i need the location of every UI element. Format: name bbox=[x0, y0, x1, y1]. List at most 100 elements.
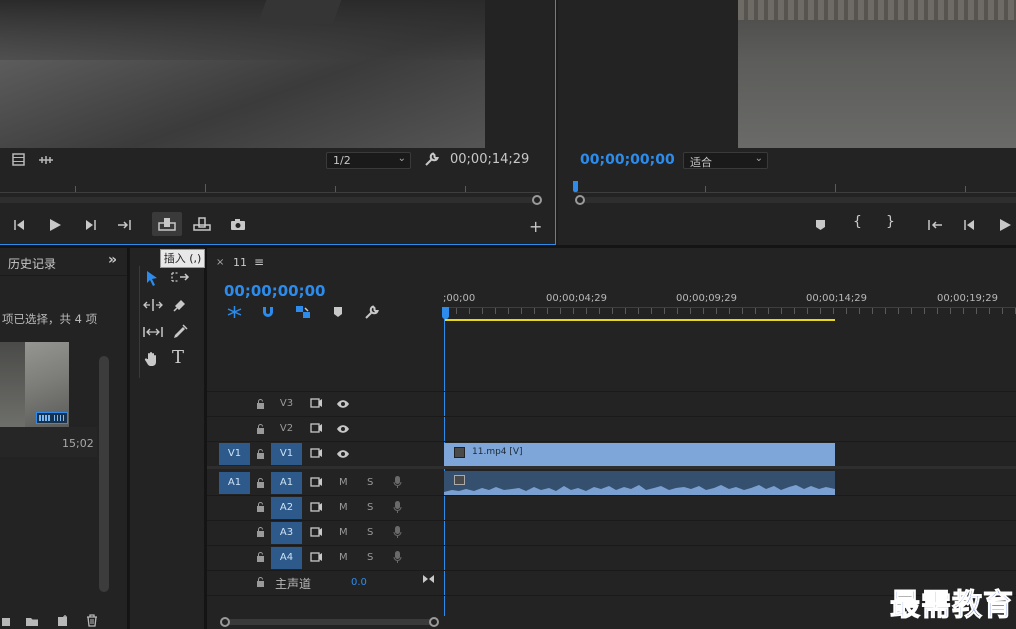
program-ruler[interactable] bbox=[574, 192, 1016, 193]
lock-icon[interactable] bbox=[256, 577, 265, 587]
nest-toggle-icon[interactable] bbox=[227, 305, 242, 319]
marker-icon[interactable] bbox=[815, 219, 826, 231]
tab-menu-icon[interactable]: ≡ bbox=[254, 255, 264, 269]
microphone-icon[interactable] bbox=[393, 550, 402, 564]
selection-tool-icon[interactable] bbox=[146, 270, 158, 286]
slip-tool-icon[interactable] bbox=[142, 325, 164, 339]
program-zoom-handle[interactable] bbox=[575, 195, 585, 205]
lock-icon[interactable] bbox=[256, 399, 265, 409]
solo-button[interactable]: S bbox=[367, 527, 373, 538]
hand-tool-icon[interactable] bbox=[144, 351, 160, 367]
timeline-settings-wrench-icon[interactable] bbox=[364, 305, 379, 320]
camera-icon[interactable] bbox=[230, 218, 246, 231]
panel-expand-icon[interactable]: » bbox=[108, 252, 117, 268]
go-to-edit-point-icon[interactable] bbox=[422, 574, 435, 584]
program-step-back-icon[interactable] bbox=[962, 219, 976, 231]
sequence-tab[interactable]: 11 bbox=[233, 256, 247, 269]
type-tool-icon[interactable]: T bbox=[172, 347, 184, 368]
solo-button[interactable]: S bbox=[367, 502, 373, 513]
track-select-tool-icon[interactable] bbox=[170, 271, 190, 283]
pen-tool-icon[interactable] bbox=[172, 324, 188, 340]
lock-icon[interactable] bbox=[256, 527, 265, 537]
add-marker-icon[interactable] bbox=[333, 306, 343, 318]
snap-magnet-icon[interactable] bbox=[261, 305, 275, 319]
sync-lock-icon[interactable] bbox=[310, 398, 323, 408]
add-button[interactable]: + bbox=[529, 217, 542, 236]
track-name[interactable]: V1 bbox=[271, 443, 302, 465]
film-settings-icon[interactable] bbox=[12, 153, 25, 166]
step-back-icon[interactable] bbox=[12, 219, 26, 231]
drag-audio-video-icon[interactable] bbox=[38, 154, 54, 166]
source-zoom-handle[interactable] bbox=[532, 195, 542, 205]
sync-lock-icon[interactable] bbox=[310, 477, 323, 487]
source-patch-a1[interactable]: A1 bbox=[219, 472, 250, 494]
ripple-edit-tool-icon[interactable] bbox=[143, 298, 163, 312]
insert-button[interactable] bbox=[152, 212, 182, 236]
step-forward-icon[interactable] bbox=[84, 219, 98, 231]
go-to-in-icon[interactable] bbox=[927, 219, 943, 231]
mark-out-icon[interactable]: } bbox=[886, 214, 895, 230]
timeline-timecode[interactable]: 00;00;00;00 bbox=[224, 282, 326, 300]
lock-icon[interactable] bbox=[256, 478, 265, 488]
sync-lock-icon[interactable] bbox=[310, 552, 323, 562]
track-name[interactable]: A2 bbox=[271, 497, 302, 519]
program-scrub-bar[interactable] bbox=[580, 197, 1016, 203]
work-area-bar[interactable] bbox=[445, 319, 835, 321]
scroll-handle-right[interactable] bbox=[429, 617, 439, 627]
mute-button[interactable]: M bbox=[339, 552, 348, 563]
source-timecode[interactable]: 00;00;14;29 bbox=[450, 152, 529, 167]
lock-icon[interactable] bbox=[256, 552, 265, 562]
razor-tool-icon[interactable] bbox=[172, 297, 188, 313]
wrench-icon[interactable] bbox=[424, 152, 439, 167]
list-view-icon[interactable] bbox=[2, 616, 10, 626]
track-name[interactable]: A4 bbox=[271, 547, 302, 569]
sync-lock-icon[interactable] bbox=[310, 423, 323, 433]
source-ruler[interactable] bbox=[0, 192, 540, 193]
overwrite-icon[interactable] bbox=[193, 217, 211, 231]
linked-selection-icon[interactable] bbox=[295, 305, 311, 319]
lock-icon[interactable] bbox=[256, 424, 265, 434]
program-fit-select[interactable]: 适合 ⌄ bbox=[683, 152, 768, 169]
mark-in-icon[interactable]: { bbox=[853, 214, 862, 230]
microphone-icon[interactable] bbox=[393, 500, 402, 514]
clip-thumbnail[interactable] bbox=[0, 342, 69, 427]
trash-icon[interactable] bbox=[86, 614, 98, 627]
mute-button[interactable]: M bbox=[339, 477, 348, 488]
track-name[interactable]: V3 bbox=[271, 393, 302, 415]
timeline-horizontal-scrollbar[interactable] bbox=[225, 619, 437, 625]
new-bin-icon[interactable] bbox=[25, 616, 39, 627]
mute-button[interactable]: M bbox=[339, 527, 348, 538]
program-playhead[interactable] bbox=[573, 181, 578, 192]
track-name[interactable]: A3 bbox=[271, 522, 302, 544]
track-name[interactable]: V2 bbox=[271, 418, 302, 440]
lock-icon[interactable] bbox=[256, 502, 265, 512]
source-patch-v1[interactable]: V1 bbox=[219, 443, 250, 465]
eye-icon[interactable] bbox=[336, 399, 350, 409]
close-tab-icon[interactable]: × bbox=[216, 257, 224, 268]
microphone-icon[interactable] bbox=[393, 475, 402, 489]
video-clip[interactable]: 11.mp4 [V] bbox=[444, 443, 835, 466]
sync-lock-icon[interactable] bbox=[310, 527, 323, 537]
eye-icon[interactable] bbox=[336, 449, 350, 459]
timeline-ruler[interactable]: ;00;00 00;00;04;29 00;00;09;29 00;00;14;… bbox=[443, 290, 1016, 323]
new-item-icon[interactable] bbox=[57, 615, 69, 627]
audio-clip[interactable] bbox=[444, 471, 835, 495]
program-timecode[interactable]: 00;00;00;00 bbox=[580, 152, 675, 168]
scroll-handle-left[interactable] bbox=[220, 617, 230, 627]
sync-lock-icon[interactable] bbox=[310, 448, 323, 458]
source-zoom-select[interactable]: 1/2 ⌄ bbox=[326, 152, 411, 169]
go-to-out-icon[interactable] bbox=[117, 219, 133, 231]
track-name[interactable]: A1 bbox=[271, 472, 302, 494]
source-scrub-bar[interactable] bbox=[0, 197, 535, 203]
history-scrollbar[interactable] bbox=[99, 356, 109, 592]
mute-button[interactable]: M bbox=[339, 502, 348, 513]
master-volume-value[interactable]: 0.0 bbox=[351, 577, 367, 588]
lock-icon[interactable] bbox=[256, 449, 265, 459]
play-icon[interactable] bbox=[48, 218, 62, 232]
eye-icon[interactable] bbox=[336, 424, 350, 434]
solo-button[interactable]: S bbox=[367, 477, 373, 488]
solo-button[interactable]: S bbox=[367, 552, 373, 563]
program-play-icon[interactable] bbox=[998, 218, 1012, 232]
history-panel-title[interactable]: 历史记录 bbox=[8, 255, 56, 272]
microphone-icon[interactable] bbox=[393, 525, 402, 539]
